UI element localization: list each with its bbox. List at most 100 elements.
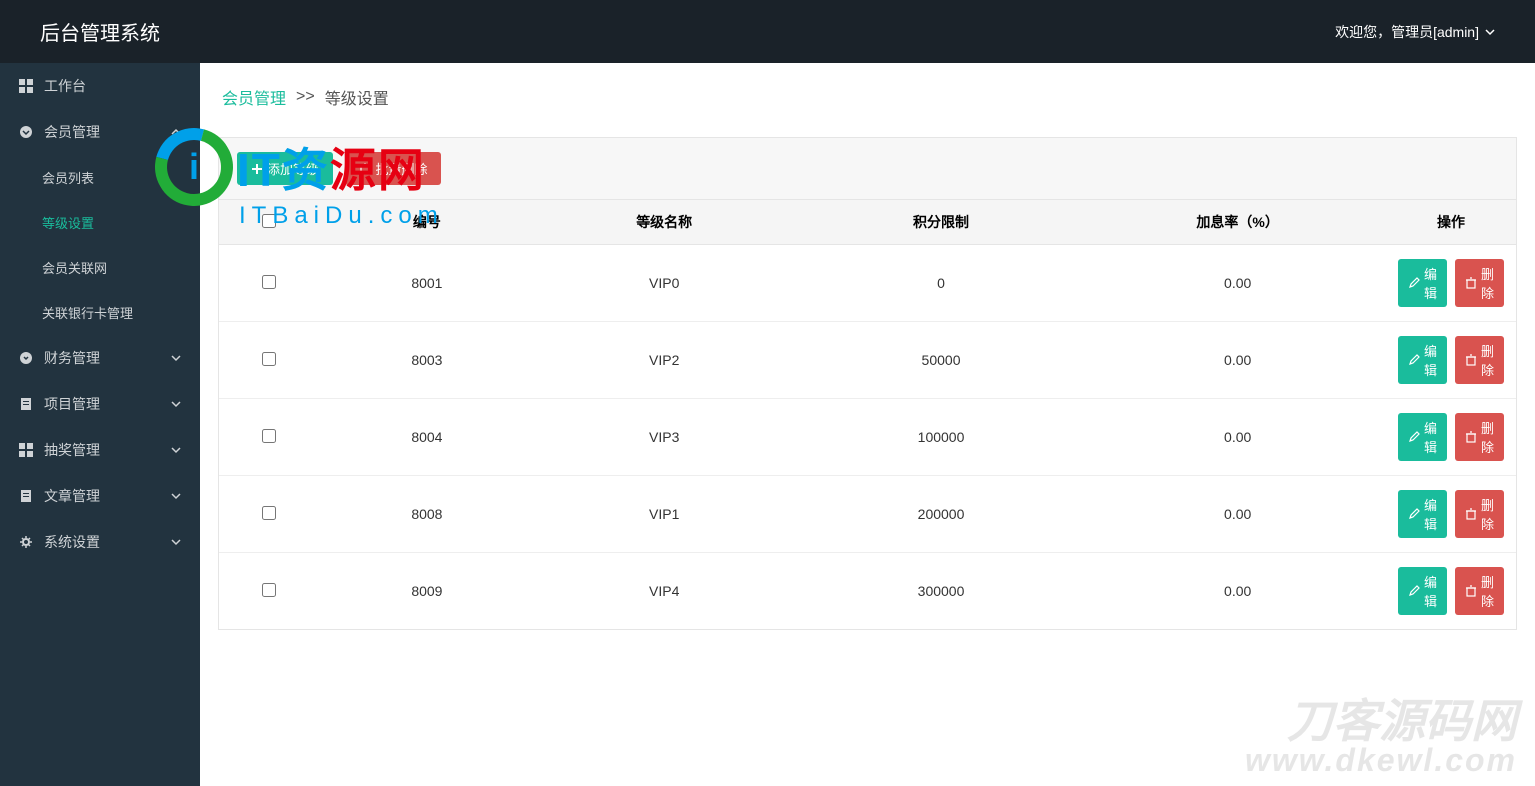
cell-ops: 编辑删除 bbox=[1386, 553, 1516, 630]
sidebar-item-label: 关联银行卡管理 bbox=[42, 303, 133, 322]
sidebar-sub-bank-card[interactable]: 关联银行卡管理 bbox=[0, 290, 200, 335]
table-row: 8009VIP43000000.00编辑删除 bbox=[219, 553, 1516, 630]
chevron-down-icon bbox=[1485, 27, 1495, 37]
breadcrumb-separator: >> bbox=[296, 88, 315, 106]
sidebar-item-article[interactable]: 文章管理 bbox=[0, 473, 200, 519]
col-limit: 积分限制 bbox=[793, 200, 1090, 245]
sidebar-item-label: 等级设置 bbox=[42, 213, 94, 232]
logo-subtitle: ITBaiDu.com bbox=[239, 202, 444, 230]
sidebar-item-label: 文章管理 bbox=[44, 486, 100, 506]
edit-button[interactable]: 编辑 bbox=[1398, 259, 1447, 307]
cell-ops: 编辑 删除 bbox=[1386, 245, 1516, 322]
edit-icon bbox=[1408, 508, 1420, 520]
chevron-down-icon bbox=[170, 398, 182, 410]
trash-icon bbox=[1465, 585, 1477, 597]
delete-button[interactable]: 删除 bbox=[1455, 413, 1504, 461]
button-label: 删除 bbox=[1481, 572, 1494, 610]
cell-limit: 300000 bbox=[793, 553, 1090, 630]
button-label: 删除 bbox=[1481, 495, 1494, 533]
dashboard-icon bbox=[18, 78, 34, 94]
delete-button[interactable]: 删除 bbox=[1455, 490, 1504, 538]
circle-icon bbox=[18, 350, 34, 366]
sidebar-item-label: 会员关联网 bbox=[42, 258, 107, 277]
edit-icon bbox=[1408, 585, 1420, 597]
cell-limit: 50000 bbox=[793, 322, 1090, 399]
row-checkbox[interactable] bbox=[262, 506, 276, 520]
row-checkbox[interactable] bbox=[262, 429, 276, 443]
watermark-logo-overlay: i IT资源网 ITBaiDu.com bbox=[155, 128, 444, 230]
cell-rate: 0.00 bbox=[1089, 553, 1386, 630]
button-label: 删除 bbox=[1481, 341, 1494, 379]
delete-button[interactable]: 删除 bbox=[1455, 567, 1504, 615]
logo-text: IT资源网 bbox=[237, 134, 426, 200]
edit-button[interactable]: 编辑 bbox=[1398, 490, 1447, 538]
cell-rate: 0.00 bbox=[1089, 476, 1386, 553]
sidebar-item-label: 抽奖管理 bbox=[44, 440, 100, 460]
edit-button[interactable]: 编辑 bbox=[1398, 336, 1447, 384]
user-welcome-text: 欢迎您，管理员[admin] bbox=[1335, 22, 1479, 42]
cell-checkbox bbox=[219, 399, 318, 476]
cell-checkbox bbox=[219, 322, 318, 399]
edit-icon bbox=[1408, 431, 1420, 443]
cell-ops: 编辑 删除 bbox=[1386, 476, 1516, 553]
row-checkbox[interactable] bbox=[262, 352, 276, 366]
delete-button[interactable]: 删除 bbox=[1455, 336, 1504, 384]
chevron-down-icon bbox=[170, 490, 182, 502]
chevron-down-icon bbox=[170, 352, 182, 364]
document-icon bbox=[18, 396, 34, 412]
cell-ops: 编辑 删除 bbox=[1386, 399, 1516, 476]
cell-id: 8009 bbox=[318, 553, 536, 630]
sidebar-item-finance[interactable]: 财务管理 bbox=[0, 335, 200, 381]
delete-button[interactable]: 删除 bbox=[1455, 259, 1504, 307]
edit-button[interactable]: 编辑 bbox=[1398, 567, 1447, 615]
breadcrumb: 会员管理 >> 等级设置 bbox=[218, 63, 1517, 137]
button-label: 编辑 bbox=[1424, 418, 1437, 456]
chevron-down-icon bbox=[170, 444, 182, 456]
grid-icon bbox=[18, 442, 34, 458]
button-label: 编辑 bbox=[1424, 264, 1437, 302]
circle-down-icon bbox=[18, 124, 34, 140]
breadcrumb-current: 等级设置 bbox=[325, 85, 389, 109]
edit-icon bbox=[1408, 277, 1420, 289]
sidebar-item-label: 财务管理 bbox=[44, 348, 100, 368]
button-label: 删除 bbox=[1481, 418, 1494, 456]
sidebar-item-lottery[interactable]: 抽奖管理 bbox=[0, 427, 200, 473]
sidebar-item-project[interactable]: 项目管理 bbox=[0, 381, 200, 427]
gear-icon bbox=[18, 534, 34, 550]
user-menu[interactable]: 欢迎您，管理员[admin] bbox=[1335, 22, 1495, 42]
level-table: 编号 等级名称 积分限制 加息率（%） 操作 8001VIP000.00编辑删除… bbox=[219, 200, 1516, 629]
cell-limit: 200000 bbox=[793, 476, 1090, 553]
document-icon bbox=[18, 488, 34, 504]
cell-rate: 0.00 bbox=[1089, 399, 1386, 476]
button-label: 编辑 bbox=[1424, 495, 1437, 533]
header: 后台管理系统 欢迎您，管理员[admin] bbox=[0, 0, 1535, 63]
cell-checkbox bbox=[219, 245, 318, 322]
table-row: 8003VIP2500000.00编辑删除 bbox=[219, 322, 1516, 399]
chevron-down-icon bbox=[170, 536, 182, 548]
trash-icon bbox=[1465, 354, 1477, 366]
sidebar-item-system[interactable]: 系统设置 bbox=[0, 519, 200, 565]
cell-name: VIP0 bbox=[536, 245, 793, 322]
sidebar-item-label: 项目管理 bbox=[44, 394, 100, 414]
cell-name: VIP2 bbox=[536, 322, 793, 399]
button-label: 删除 bbox=[1481, 264, 1494, 302]
cell-id: 8008 bbox=[318, 476, 536, 553]
cell-rate: 0.00 bbox=[1089, 245, 1386, 322]
edit-button[interactable]: 编辑 bbox=[1398, 413, 1447, 461]
col-rate: 加息率（%） bbox=[1089, 200, 1386, 245]
cell-id: 8001 bbox=[318, 245, 536, 322]
breadcrumb-parent[interactable]: 会员管理 bbox=[222, 85, 286, 109]
cell-id: 8004 bbox=[318, 399, 536, 476]
trash-icon bbox=[1465, 277, 1477, 289]
cell-name: VIP4 bbox=[536, 553, 793, 630]
row-checkbox[interactable] bbox=[262, 275, 276, 289]
sidebar-sub-member-network[interactable]: 会员关联网 bbox=[0, 245, 200, 290]
cell-ops: 编辑删除 bbox=[1386, 322, 1516, 399]
trash-icon bbox=[1465, 431, 1477, 443]
row-checkbox[interactable] bbox=[262, 583, 276, 597]
sidebar-item-label: 工作台 bbox=[44, 76, 86, 96]
table-row: 8008VIP12000000.00编辑删除 bbox=[219, 476, 1516, 553]
trash-icon bbox=[1465, 508, 1477, 520]
cell-limit: 0 bbox=[793, 245, 1090, 322]
sidebar-item-dashboard[interactable]: 工作台 bbox=[0, 63, 200, 109]
